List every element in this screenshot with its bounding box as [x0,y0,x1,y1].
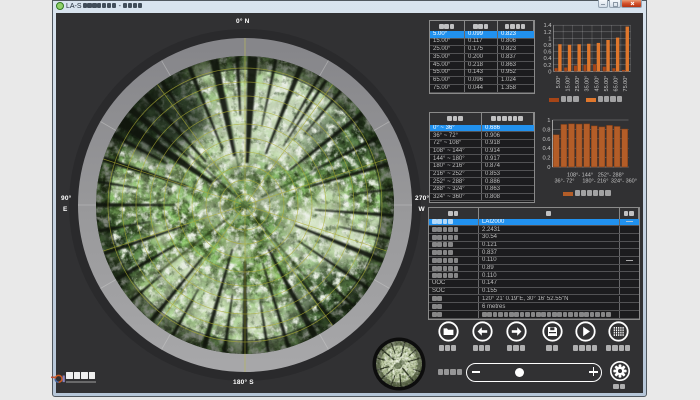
svg-text:1.4: 1.4 [543,23,552,29]
svg-text:0.8: 0.8 [542,127,550,133]
svg-text:0.8: 0.8 [543,43,551,49]
svg-text:0: 0 [547,165,550,171]
svg-text:0.4: 0.4 [543,56,552,62]
svg-text:15.00°: 15.00° [565,76,571,92]
svg-text:1: 1 [547,118,550,124]
svg-text:35.00°: 35.00° [585,76,591,92]
svg-text:1: 1 [548,36,551,42]
svg-text:55.00°: 55.00° [604,76,610,92]
svg-text:65.00°: 65.00° [614,76,620,92]
svg-text:0.2: 0.2 [542,156,550,162]
svg-text:0.2: 0.2 [543,63,551,69]
svg-text:0.4: 0.4 [542,146,551,152]
svg-text:5.00°: 5.00° [556,76,562,89]
svg-text:45.00°: 45.00° [594,76,600,92]
svg-text:324°- 360°: 324°- 360° [611,179,637,185]
svg-text:0.6: 0.6 [543,50,551,56]
svg-text:75.00°: 75.00° [623,76,629,92]
svg-text:180°- 216°: 180°- 216° [582,179,608,185]
svg-text:0.6: 0.6 [542,137,550,143]
svg-text:1.2: 1.2 [543,30,551,36]
svg-text:0: 0 [548,69,551,75]
svg-text:25.00°: 25.00° [575,76,581,92]
svg-text:36°- 72°: 36°- 72° [555,179,575,185]
